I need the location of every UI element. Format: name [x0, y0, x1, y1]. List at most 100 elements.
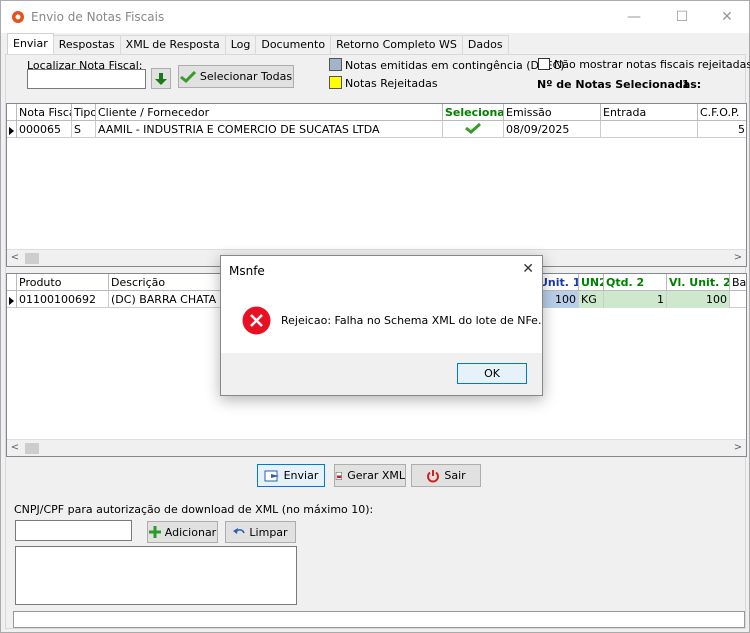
- row-header-corner: [7, 274, 17, 291]
- row-pointer: [7, 121, 17, 138]
- rejected-swatch: [329, 76, 342, 89]
- window-title: Envio de Notas Fiscais: [31, 10, 165, 24]
- exit-label: Sair: [444, 469, 466, 482]
- col-selecionar[interactable]: Selecionar: [443, 104, 504, 121]
- col-tipo[interactable]: Tipo: [72, 104, 96, 121]
- contingency-swatch: [329, 58, 342, 71]
- cnpj-input[interactable]: [15, 520, 132, 541]
- hide-rejected-checkbox[interactable]: [538, 58, 550, 70]
- cell-selecionar[interactable]: [443, 121, 504, 138]
- close-icon: ✕: [721, 9, 733, 25]
- col-entrada[interactable]: Entrada: [601, 104, 698, 121]
- cell-cfop[interactable]: 5: [698, 121, 746, 138]
- send-button[interactable]: Enviar: [257, 464, 325, 487]
- scroll-left-icon[interactable]: <: [9, 252, 21, 264]
- clear-cnpj-button[interactable]: Limpar: [225, 521, 296, 543]
- send-label: Enviar: [283, 469, 319, 482]
- notes-grid-header: Nota Fiscal Tipo Cliente / Fornecedor Se…: [7, 104, 746, 121]
- check-icon: [179, 70, 196, 83]
- close-button[interactable]: ✕: [704, 1, 750, 33]
- scroll-right-icon[interactable]: >: [732, 252, 744, 264]
- products-horizontal-scrollbar[interactable]: < >: [7, 439, 746, 456]
- app-icon: [12, 11, 24, 23]
- minimize-icon: —: [627, 9, 641, 25]
- generate-xml-label: Gerar XML: [347, 469, 405, 482]
- maximize-button[interactable]: ☐: [659, 1, 705, 33]
- cell-unit-1[interactable]: 100: [537, 291, 579, 308]
- hide-rejected-label: Não mostrar notas fiscais rejeitadas.: [554, 58, 750, 71]
- tab-enviar[interactable]: Enviar: [7, 33, 54, 54]
- minimize-button[interactable]: —: [611, 1, 657, 33]
- row-header-corner: [7, 104, 17, 121]
- cell-base[interactable]: [730, 291, 746, 308]
- check-icon: [465, 123, 481, 134]
- select-all-label: Selecionar Todas: [199, 70, 293, 83]
- col-base[interactable]: Bas: [730, 274, 746, 291]
- cell-cliente[interactable]: AAMIL - INDUSTRIA E COMERCIO DE SUCATAS …: [96, 121, 443, 138]
- cell-qtd-2[interactable]: 1: [604, 291, 667, 308]
- col-un2[interactable]: UN2: [579, 274, 604, 291]
- cell-entrada[interactable]: [601, 121, 698, 138]
- xml-file-icon: [335, 471, 342, 480]
- error-icon: [242, 306, 271, 335]
- error-dialog: Msnfe ✕ Rejeicao: Falha no Schema XML do…: [220, 255, 543, 396]
- cell-produto[interactable]: 01100100692: [17, 291, 109, 308]
- undo-icon: [233, 528, 246, 534]
- add-label: Adicionar: [164, 525, 217, 539]
- arrow-down-icon: [155, 72, 167, 85]
- power-icon: [427, 469, 440, 482]
- cell-nota[interactable]: 000065: [17, 121, 72, 138]
- cell-vl-unit-2[interactable]: 100: [667, 291, 730, 308]
- tab-dados[interactable]: Dados: [461, 35, 509, 54]
- cell-emissao[interactable]: 08/09/2025: [504, 121, 601, 138]
- send-icon: [264, 470, 279, 481]
- tab-respostas[interactable]: Respostas: [52, 35, 121, 54]
- tab-xml-resposta[interactable]: XML de Resposta: [119, 35, 226, 54]
- exit-button[interactable]: Sair: [411, 464, 481, 487]
- clear-label: Limpar: [249, 525, 288, 539]
- cnpj-list[interactable]: [15, 546, 297, 605]
- col-unit-1[interactable]: Unit. 1: [537, 274, 579, 291]
- tab-retorno-completo[interactable]: Retorno Completo WS: [330, 35, 463, 54]
- selected-count-label: Nº de Notas Selecionadas:: [537, 78, 702, 91]
- col-vl-unit-2[interactable]: Vl. Unit. 2: [667, 274, 730, 291]
- dialog-footer: OK: [221, 353, 542, 395]
- scroll-thumb[interactable]: [25, 253, 39, 264]
- contingency-label: Notas emitidas em contingência (DPEC): [345, 59, 565, 72]
- dialog-title: Msnfe: [229, 264, 265, 278]
- ok-button[interactable]: OK: [457, 363, 527, 384]
- cell-un2[interactable]: KG: [579, 291, 604, 308]
- row-pointer: [7, 291, 17, 308]
- search-down-button[interactable]: [151, 68, 171, 89]
- scroll-left-icon[interactable]: <: [9, 442, 21, 454]
- status-bar: [13, 611, 745, 628]
- authorization-label: CNPJ/CPF para autorização de download de…: [14, 503, 374, 516]
- col-qtd-2[interactable]: Qtd. 2: [604, 274, 667, 291]
- tab-documento[interactable]: Documento: [255, 35, 332, 54]
- select-all-button[interactable]: Selecionar Todas: [178, 65, 294, 88]
- plus-icon: [148, 526, 161, 538]
- title-bar: Envio de Notas Fiscais — ☐ ✕: [1, 1, 749, 33]
- maximize-icon: ☐: [675, 9, 689, 25]
- tab-bar: Enviar Respostas XML de Resposta Log Doc…: [7, 33, 509, 54]
- scroll-thumb[interactable]: [25, 443, 39, 454]
- tab-log[interactable]: Log: [224, 35, 257, 54]
- table-row[interactable]: 000065 S AAMIL - INDUSTRIA E COMERCIO DE…: [7, 121, 746, 138]
- dialog-message: Rejeicao: Falha no Schema XML do lote de…: [281, 314, 542, 327]
- selected-count-value: 1: [682, 78, 690, 91]
- dialog-close-icon[interactable]: ✕: [522, 261, 534, 277]
- notes-grid: Nota Fiscal Tipo Cliente / Fornecedor Se…: [6, 103, 747, 267]
- col-cfop[interactable]: C.F.O.P.: [698, 104, 746, 121]
- rejected-label: Notas Rejeitadas: [345, 77, 438, 90]
- search-nota-input[interactable]: [27, 69, 146, 89]
- add-cnpj-button[interactable]: Adicionar: [147, 521, 218, 543]
- col-emissao[interactable]: Emissão: [504, 104, 601, 121]
- col-cliente[interactable]: Cliente / Fornecedor: [96, 104, 443, 121]
- generate-xml-button[interactable]: Gerar XML: [334, 464, 406, 487]
- col-produto[interactable]: Produto: [17, 274, 109, 291]
- cell-tipo[interactable]: S: [72, 121, 96, 138]
- row-pointer-icon: [9, 126, 14, 135]
- scroll-right-icon[interactable]: >: [732, 442, 744, 454]
- col-nota-fiscal[interactable]: Nota Fiscal: [17, 104, 72, 121]
- row-pointer-icon: [9, 296, 14, 305]
